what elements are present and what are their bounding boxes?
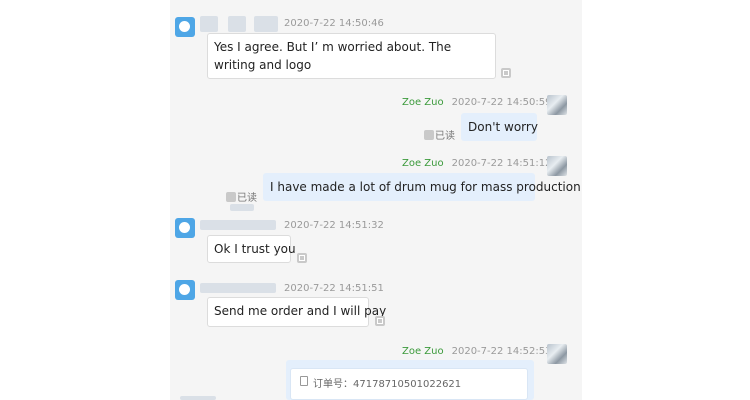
copy-icon[interactable]: [297, 253, 307, 263]
message-header: Zoe Zuo 2020-7-22 14:51:12: [402, 158, 551, 169]
read-status: 已读: [424, 127, 455, 142]
blurred-name: [200, 16, 218, 32]
contact-avatar[interactable]: [175, 17, 195, 37]
sender-name: Zoe Zuo: [402, 158, 444, 169]
message-bubble[interactable]: I have made a lot of drum mug for mass p…: [263, 173, 581, 201]
user-avatar[interactable]: [547, 344, 567, 364]
message-bubble[interactable]: Send me order and I will pay: [207, 297, 386, 327]
message-timestamp: 2020-7-22 14:50:59: [451, 97, 552, 108]
message-timestamp: 2020-7-22 14:51:32: [284, 220, 384, 231]
message-timestamp: 2020-7-22 14:51:12: [451, 158, 552, 169]
read-status: 已读: [226, 189, 257, 204]
message-header: Zoe Zuo 2020-7-22 14:52:53: [402, 346, 551, 357]
message-bubble[interactable]: Yes I agree. But I’ m worried about. The…: [207, 33, 496, 79]
read-status-label: 已读: [237, 193, 257, 204]
copy-icon[interactable]: [375, 316, 385, 326]
blurred-text: [230, 204, 254, 211]
blurred-name: [200, 283, 276, 293]
blurred-name: [228, 16, 246, 32]
message-timestamp: 2020-7-22 14:51:51: [284, 283, 384, 294]
user-avatar[interactable]: [547, 95, 567, 115]
message-timestamp: 2020-7-22 14:50:46: [284, 18, 384, 29]
contact-avatar[interactable]: [175, 280, 195, 300]
sender-name: Zoe Zuo: [402, 346, 444, 357]
read-status-label: 已读: [435, 131, 455, 142]
blurred-name: [254, 16, 278, 32]
blurred-name: [200, 220, 276, 230]
message-header: Zoe Zuo 2020-7-22 14:50:59: [402, 97, 551, 108]
contact-avatar[interactable]: [175, 218, 195, 238]
read-status-icon: [424, 130, 434, 140]
read-status-icon: [226, 192, 236, 202]
message-timestamp: 2020-7-22 14:52:53: [451, 346, 552, 357]
message-bubble[interactable]: Ok I trust you: [207, 235, 296, 263]
document-icon: [300, 376, 308, 386]
message-bubble[interactable]: Don't worry: [461, 113, 538, 141]
user-avatar[interactable]: [547, 156, 567, 176]
copy-icon[interactable]: [501, 68, 511, 78]
chat-panel[interactable]: 2020-7-22 14:50:46 Yes I agree. But I’ m…: [170, 0, 582, 400]
blurred-text: [180, 396, 216, 400]
sender-name: Zoe Zuo: [402, 97, 444, 108]
order-number[interactable]: 订单号：47178710501022621: [313, 375, 461, 390]
